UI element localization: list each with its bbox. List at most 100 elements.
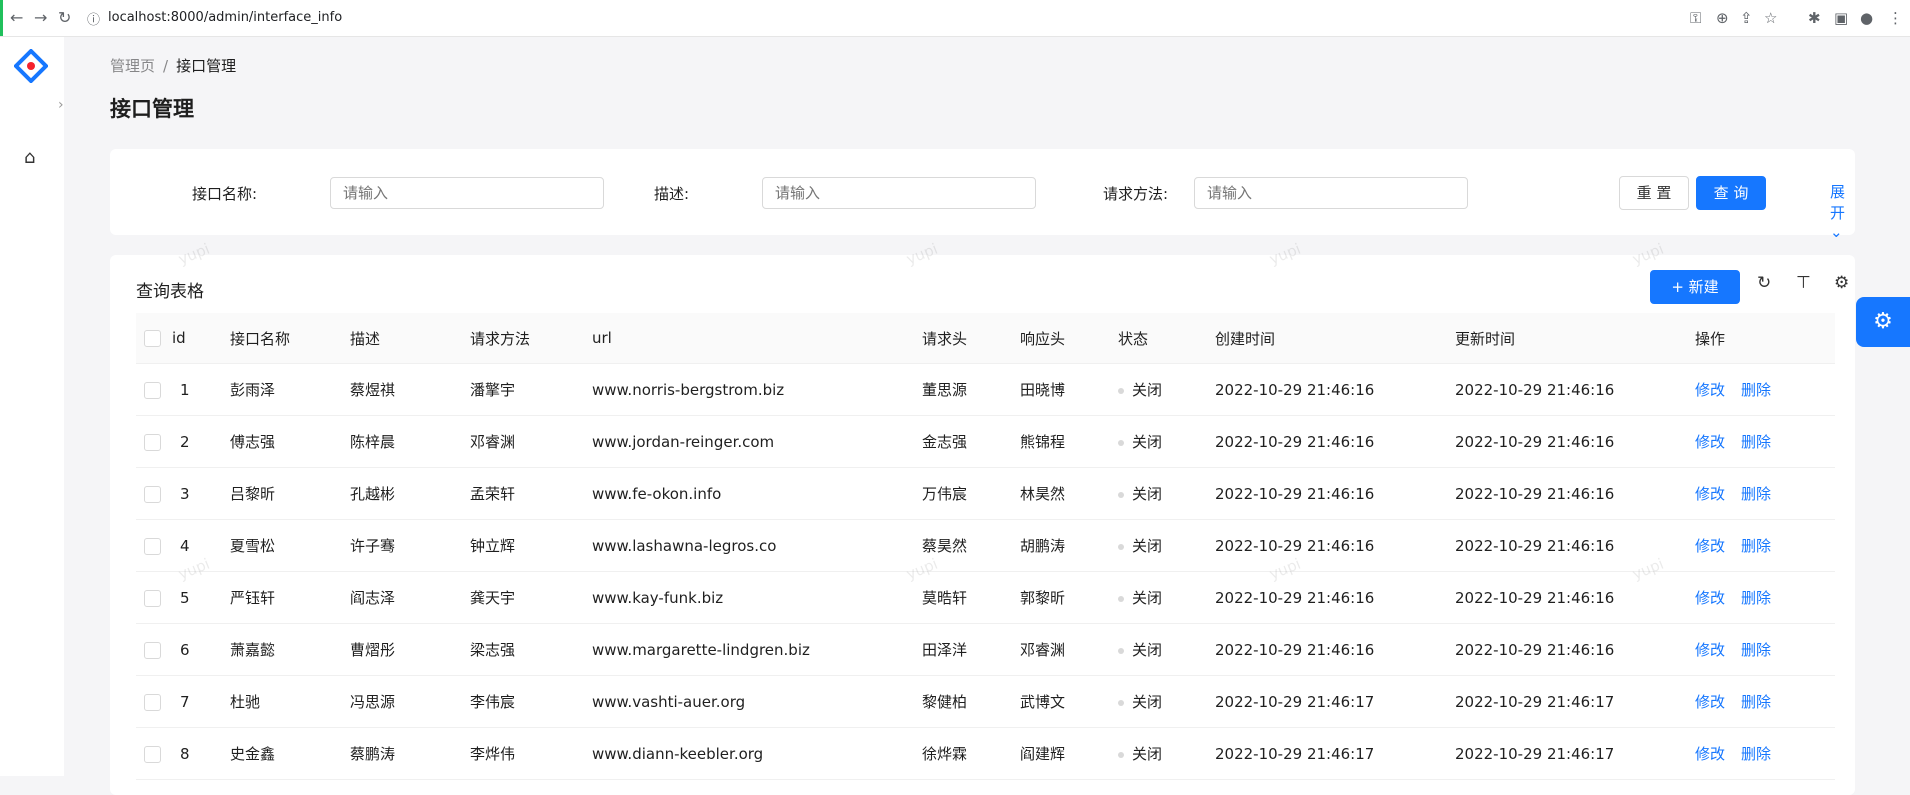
- cell-actions: 修改 删除: [1695, 467, 1835, 520]
- table-card: 查询表格 + 新建 ↻ ⊤ ⚙ id 接口名称 描述 请求方法 url 请求头: [110, 255, 1855, 795]
- edit-link[interactable]: 修改: [1695, 381, 1725, 399]
- delete-link[interactable]: 删除: [1741, 589, 1771, 607]
- cell-desc: 阎志泽: [350, 571, 470, 624]
- cell-updated: 2022-10-29 21:46:16: [1455, 467, 1695, 520]
- cell-id: 3: [172, 467, 230, 520]
- logo-icon[interactable]: [14, 49, 48, 83]
- star-icon[interactable]: ☆: [1764, 9, 1777, 27]
- cell-updated: 2022-10-29 21:46:16: [1455, 415, 1695, 468]
- delete-link[interactable]: 删除: [1741, 745, 1771, 763]
- home-icon[interactable]: ⌂: [24, 147, 35, 168]
- cell-url: www.kay-funk.biz: [592, 571, 922, 624]
- edit-link[interactable]: 修改: [1695, 745, 1725, 763]
- cell-created: 2022-10-29 21:46:17: [1215, 727, 1455, 780]
- cell-status: 关闭: [1118, 571, 1215, 624]
- cell-url: www.jordan-reinger.com: [592, 415, 922, 468]
- reset-button[interactable]: 重 置: [1619, 176, 1689, 210]
- delete-link[interactable]: 删除: [1741, 693, 1771, 711]
- col-header: 请求方法: [470, 313, 592, 364]
- table-row: 4 夏雪松 许子骞 钟立辉 www.lashawna-legros.co 蔡昊然 胡鹏涛 关闭…: [136, 519, 1835, 572]
- edit-link[interactable]: 修改: [1695, 641, 1725, 659]
- breadcrumb-parent[interactable]: 管理页: [110, 57, 155, 75]
- settings-icon[interactable]: ⚙: [1834, 273, 1849, 293]
- profile-icon[interactable]: ●: [1860, 9, 1873, 27]
- cell-req: 金志强: [922, 415, 1020, 468]
- cell-desc: 孔越彬: [350, 467, 470, 520]
- cell-actions: 修改 删除: [1695, 727, 1835, 780]
- forward-icon[interactable]: →: [34, 8, 47, 27]
- reload-table-icon[interactable]: ↻: [1757, 273, 1771, 293]
- share-icon[interactable]: ⇪: [1740, 9, 1753, 27]
- key-icon[interactable]: ⚿: [1690, 9, 1701, 27]
- cell-req: 万伟宸: [922, 467, 1020, 520]
- edit-link[interactable]: 修改: [1695, 433, 1725, 451]
- expand-toggle[interactable]: 展开 ⌄: [1830, 181, 1855, 241]
- cell-created: 2022-10-29 21:46:16: [1215, 467, 1455, 520]
- row-checkbox[interactable]: [144, 589, 161, 607]
- row-checkbox[interactable]: [144, 433, 161, 451]
- cell-req: 董思源: [922, 363, 1020, 416]
- cell-actions: 修改 删除: [1695, 571, 1835, 624]
- edit-link[interactable]: 修改: [1695, 485, 1725, 503]
- delete-link[interactable]: 删除: [1741, 537, 1771, 555]
- reload-icon[interactable]: ↻: [58, 8, 71, 27]
- cell-url: www.fe-okon.info: [592, 467, 922, 520]
- cell-updated: 2022-10-29 21:46:17: [1455, 727, 1695, 780]
- edit-link[interactable]: 修改: [1695, 537, 1725, 555]
- cell-req: 莫晧轩: [922, 571, 1020, 624]
- cell-method: 潘擎宇: [470, 363, 592, 416]
- cell-method: 龚天宇: [470, 571, 592, 624]
- cell-name: 萧嘉懿: [230, 623, 350, 676]
- status-text: 关闭: [1132, 381, 1163, 399]
- cell-actions: 修改 删除: [1695, 623, 1835, 676]
- query-button[interactable]: 查 询: [1696, 176, 1766, 210]
- delete-link[interactable]: 删除: [1741, 381, 1771, 399]
- cell-resp: 阎建辉: [1020, 727, 1118, 780]
- cell-method: 钟立辉: [470, 519, 592, 572]
- cell-method: 李伟宸: [470, 675, 592, 728]
- row-checkbox[interactable]: [144, 693, 161, 711]
- delete-link[interactable]: 删除: [1741, 433, 1771, 451]
- collapse-sidebar-icon[interactable]: ›: [58, 97, 64, 113]
- float-settings-icon[interactable]: ⚙: [1856, 297, 1910, 347]
- row-checkbox[interactable]: [144, 485, 161, 503]
- desc-input[interactable]: [762, 177, 1036, 209]
- sidepanel-icon[interactable]: ▣: [1834, 9, 1848, 27]
- row-checkbox[interactable]: [144, 745, 161, 763]
- cell-resp: 林昊然: [1020, 467, 1118, 520]
- edit-link[interactable]: 修改: [1695, 589, 1725, 607]
- cell-status: 关闭: [1118, 623, 1215, 676]
- menu-icon[interactable]: ⋮: [1888, 9, 1903, 27]
- col-header: 请求头: [922, 313, 1020, 364]
- cell-id: 6: [172, 623, 230, 676]
- sidebar: › ⌂: [0, 37, 64, 776]
- row-checkbox[interactable]: [144, 641, 161, 659]
- extensions-icon[interactable]: ✱: [1808, 9, 1821, 27]
- cell-id: 8: [172, 727, 230, 780]
- density-icon[interactable]: ⊤: [1796, 273, 1811, 293]
- select-all-checkbox[interactable]: [144, 330, 161, 347]
- site-info-icon[interactable]: ⓘ: [87, 9, 100, 28]
- zoom-icon[interactable]: ⊕: [1716, 9, 1729, 27]
- back-icon[interactable]: ←: [10, 8, 23, 27]
- cell-created: 2022-10-29 21:46:16: [1215, 519, 1455, 572]
- cell-name: 彭雨泽: [230, 363, 350, 416]
- table-row: 3 吕黎昕 孔越彬 孟荣轩 www.fe-okon.info 万伟宸 林昊然 关闭 2022-1…: [136, 467, 1835, 520]
- row-checkbox[interactable]: [144, 537, 161, 555]
- address-bar[interactable]: localhost:8000/admin/interface_info: [108, 10, 342, 25]
- method-input[interactable]: [1194, 177, 1468, 209]
- cell-req: 黎健柏: [922, 675, 1020, 728]
- cell-desc: 蔡鹏涛: [350, 727, 470, 780]
- cell-url: www.margarette-lindgren.biz: [592, 623, 922, 676]
- cell-resp: 武博文: [1020, 675, 1118, 728]
- new-button[interactable]: + 新建: [1650, 270, 1740, 304]
- row-checkbox[interactable]: [144, 381, 161, 399]
- edit-link[interactable]: 修改: [1695, 693, 1725, 711]
- breadcrumb-separator: /: [163, 57, 169, 75]
- delete-link[interactable]: 删除: [1741, 641, 1771, 659]
- name-input[interactable]: [330, 177, 604, 209]
- table-row: 7 杜驰 冯思源 李伟宸 www.vashti-auer.org 黎健柏 武博文 关闭 2022…: [136, 675, 1835, 728]
- cell-created: 2022-10-29 21:46:17: [1215, 675, 1455, 728]
- cell-status: 关闭: [1118, 363, 1215, 416]
- delete-link[interactable]: 删除: [1741, 485, 1771, 503]
